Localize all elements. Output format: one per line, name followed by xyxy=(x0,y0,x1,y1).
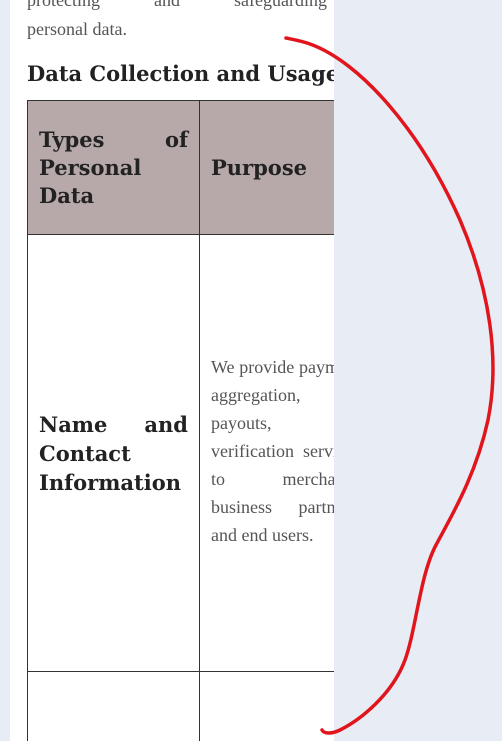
cell-purpose xyxy=(199,671,334,741)
intro-paragraph: protecting and safeguarding personal dat… xyxy=(27,0,327,44)
cell-data-type xyxy=(27,671,200,741)
table-row xyxy=(27,671,334,741)
header-types-of-personal-data: Types of Personal Data xyxy=(27,100,200,235)
cell-data-type: Name and Contact Information xyxy=(27,234,200,672)
section-title: Data Collection and Usage xyxy=(27,61,334,86)
purpose-text: We provide payment aggregation, payouts,… xyxy=(211,357,334,545)
data-collection-table: Types of Personal Data Purpose Name and … xyxy=(27,100,334,741)
header-purpose: Purpose xyxy=(199,100,334,235)
cell-purpose: We provide payment aggregation, payouts,… xyxy=(199,234,334,672)
intro-line-1: protecting and safeguarding xyxy=(27,0,327,10)
content-panel: protecting and safeguarding personal dat… xyxy=(10,0,334,741)
intro-line-2: personal data. xyxy=(27,19,127,39)
table-header-row: Types of Personal Data Purpose xyxy=(27,100,334,235)
table-row: Name and Contact Information We provide … xyxy=(27,234,334,672)
